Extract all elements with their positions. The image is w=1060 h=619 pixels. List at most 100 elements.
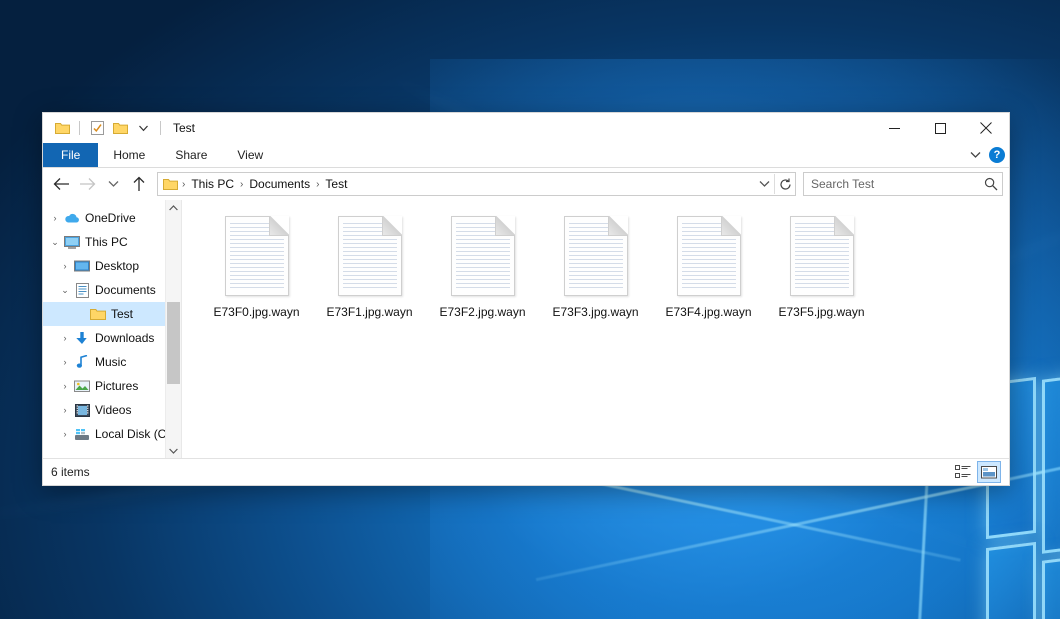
desktop-icon: [73, 260, 91, 273]
forward-button[interactable]: [75, 172, 99, 196]
nav-label: This PC: [85, 235, 128, 249]
details-view-button[interactable]: [952, 462, 974, 482]
file-grid: E73F0.jpg.wayn E73F1.jpg.wayn: [200, 212, 1009, 319]
navigation-scrollbar[interactable]: [165, 200, 181, 458]
nav-item-downloads[interactable]: › Downloads: [43, 326, 181, 350]
desktop: Test File Home Share View: [0, 0, 1060, 619]
file-item[interactable]: E73F4.jpg.wayn: [652, 212, 765, 319]
folder-icon[interactable]: [163, 178, 178, 191]
toolbar-separator: [160, 121, 161, 135]
properties-icon[interactable]: [88, 119, 106, 137]
nav-item-onedrive[interactable]: › OneDrive: [43, 206, 181, 230]
nav-label: Videos: [95, 403, 131, 417]
breadcrumb-separator: ›: [239, 179, 244, 190]
nav-label: OneDrive: [85, 211, 136, 225]
chevron-down-icon[interactable]: [754, 174, 774, 194]
close-button[interactable]: [963, 113, 1009, 143]
nav-item-local-disk-c[interactable]: › Local Disk (C:): [43, 422, 181, 446]
nav-item-test[interactable]: Test: [43, 302, 181, 326]
generic-document-icon: [790, 216, 854, 296]
cloud-icon: [63, 212, 81, 224]
recent-locations-button[interactable]: [101, 172, 125, 196]
search-icon[interactable]: [980, 177, 1002, 191]
nav-label: Documents: [95, 283, 156, 297]
quick-access-toolbar: Test: [43, 113, 195, 143]
scroll-down-icon[interactable]: [166, 443, 181, 458]
chevron-right-icon[interactable]: ›: [57, 381, 73, 391]
chevron-down-icon[interactable]: ⌄: [57, 285, 73, 296]
generic-document-icon: [338, 216, 402, 296]
file-name: E73F4.jpg.wayn: [665, 305, 751, 319]
monitor-icon: [63, 236, 81, 249]
breadcrumb-this-pc[interactable]: This PC: [187, 177, 238, 191]
breadcrumb-separator: ›: [315, 179, 320, 190]
chevron-right-icon[interactable]: ›: [57, 333, 73, 343]
scrollbar-thumb[interactable]: [167, 302, 180, 384]
tab-home[interactable]: Home: [98, 143, 160, 167]
folder-icon[interactable]: [53, 119, 71, 137]
file-item[interactable]: E73F3.jpg.wayn: [539, 212, 652, 319]
nav-item-desktop[interactable]: › Desktop: [43, 254, 181, 278]
breadcrumb-documents[interactable]: Documents: [245, 177, 314, 191]
file-item[interactable]: E73F1.jpg.wayn: [313, 212, 426, 319]
search-box[interactable]: Search Test: [803, 172, 1003, 196]
file-list-pane[interactable]: E73F0.jpg.wayn E73F1.jpg.wayn: [182, 200, 1009, 458]
download-icon: [73, 331, 91, 345]
nav-item-this-pc[interactable]: ⌄ This PC: [43, 230, 181, 254]
chevron-right-icon[interactable]: ›: [47, 213, 63, 223]
nav-item-videos[interactable]: › Videos: [43, 398, 181, 422]
file-item[interactable]: E73F2.jpg.wayn: [426, 212, 539, 319]
window-title: Test: [173, 121, 195, 135]
navigation-tree: › OneDrive ⌄: [43, 200, 181, 446]
nav-label: Local Disk (C:): [95, 427, 174, 441]
scrollbar-track[interactable]: [166, 215, 181, 443]
back-button[interactable]: [49, 172, 73, 196]
ribbon-tabs: File Home Share View ?: [43, 143, 1009, 168]
item-count: 6 items: [51, 465, 90, 479]
tab-share[interactable]: Share: [160, 143, 222, 167]
view-buttons: [952, 459, 1001, 485]
help-button[interactable]: ?: [989, 147, 1005, 163]
file-name: E73F3.jpg.wayn: [552, 305, 638, 319]
generic-document-icon: [451, 216, 515, 296]
up-button[interactable]: [127, 172, 151, 196]
file-explorer-window: Test File Home Share View: [42, 112, 1010, 486]
chevron-right-icon[interactable]: ›: [57, 429, 73, 439]
file-item[interactable]: E73F0.jpg.wayn: [200, 212, 313, 319]
generic-document-icon: [564, 216, 628, 296]
new-folder-icon[interactable]: [111, 119, 129, 137]
chevron-down-icon[interactable]: [970, 146, 981, 164]
windows-logo-pane: [1042, 364, 1060, 553]
toolbar-separator: [79, 121, 80, 135]
nav-item-pictures[interactable]: › Pictures: [43, 374, 181, 398]
windows-logo-pane: [986, 542, 1036, 619]
scroll-up-icon[interactable]: [166, 200, 181, 215]
music-icon: [73, 355, 91, 369]
maximize-button[interactable]: [917, 113, 963, 143]
generic-document-icon: [677, 216, 741, 296]
nav-item-documents[interactable]: ⌄ Documents: [43, 278, 181, 302]
caption-buttons: [871, 113, 1009, 143]
chevron-right-icon[interactable]: ›: [57, 405, 73, 415]
chevron-right-icon[interactable]: ›: [57, 261, 73, 271]
refresh-icon[interactable]: [774, 174, 795, 194]
chevron-down-icon[interactable]: ⌄: [47, 237, 63, 248]
documents-icon: [73, 283, 91, 298]
tab-view[interactable]: View: [222, 143, 278, 167]
chevron-down-icon[interactable]: [134, 119, 152, 137]
pictures-icon: [73, 380, 91, 393]
address-field[interactable]: › This PC › Documents › Test: [157, 172, 796, 196]
tab-file[interactable]: File: [43, 143, 98, 167]
title-bar: Test: [43, 113, 1009, 143]
nav-label: Music: [95, 355, 126, 369]
chevron-right-icon[interactable]: ›: [57, 357, 73, 367]
nav-item-music[interactable]: › Music: [43, 350, 181, 374]
breadcrumb-test[interactable]: Test: [321, 177, 351, 191]
nav-label: Downloads: [95, 331, 154, 345]
drive-icon: [73, 428, 91, 441]
search-input[interactable]: Search Test: [804, 177, 980, 191]
breadcrumb: › This PC › Documents › Test: [163, 177, 754, 191]
file-item[interactable]: E73F5.jpg.wayn: [765, 212, 878, 319]
minimize-button[interactable]: [871, 113, 917, 143]
large-icons-view-button[interactable]: [977, 461, 1001, 483]
